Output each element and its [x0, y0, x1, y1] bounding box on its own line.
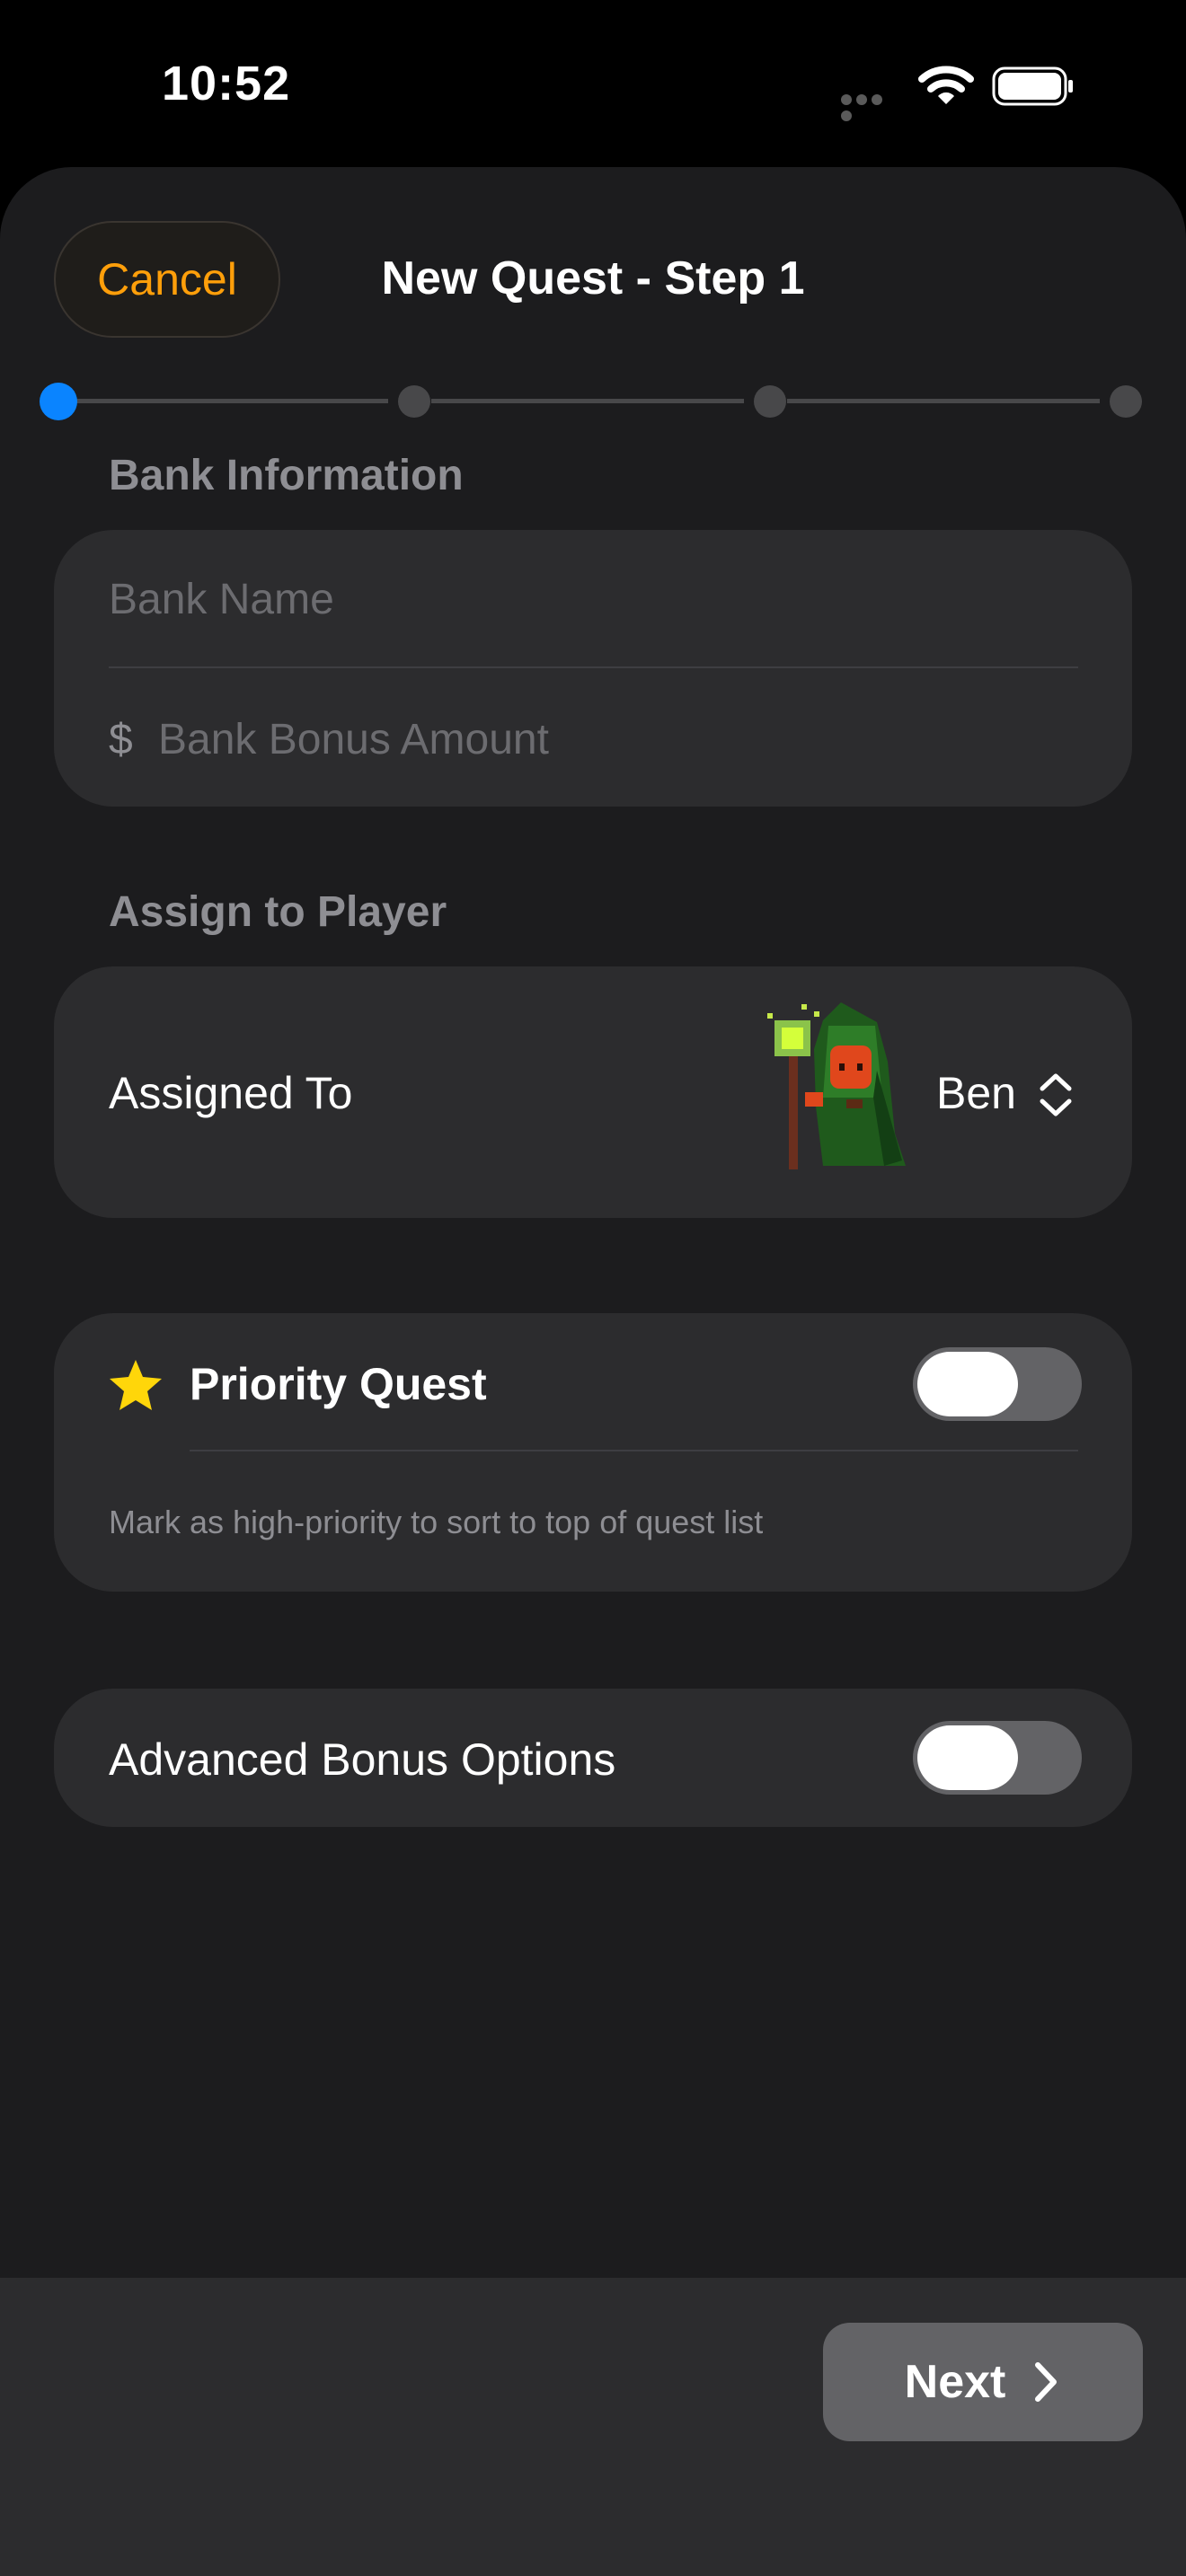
- next-button[interactable]: Next: [823, 2323, 1143, 2441]
- step-connector: [787, 399, 1100, 403]
- chevron-right-icon: [1035, 2362, 1058, 2402]
- bank-information-card: Bank Name $ Bank Bonus Amount: [54, 530, 1132, 807]
- page-title: New Quest - Step 1: [381, 252, 805, 304]
- new-quest-sheet: Cancel New Quest - Step 1 Bank Informati…: [0, 167, 1186, 2576]
- signal-dots-icon: [841, 93, 900, 121]
- advanced-bonus-toggle[interactable]: [913, 1721, 1082, 1795]
- step-connector: [75, 399, 388, 403]
- step-connector: [431, 399, 744, 403]
- toggle-knob: [917, 1725, 1018, 1790]
- assign-to-player-header: Assign to Player: [109, 888, 447, 936]
- bank-name-input[interactable]: Bank Name: [109, 575, 334, 624]
- step-indicator-1: [40, 383, 77, 420]
- bottom-toolbar: Next: [0, 2278, 1186, 2576]
- progress-stepper: [0, 379, 1186, 424]
- next-button-label: Next: [904, 2356, 1006, 2408]
- bank-information-header: Bank Information: [109, 452, 464, 499]
- advanced-bonus-label: Advanced Bonus Options: [109, 1734, 616, 1785]
- chevron-up-down-icon[interactable]: [1035, 1071, 1076, 1119]
- step-indicator-2: [398, 385, 430, 418]
- divider: [109, 666, 1078, 668]
- selected-player-value[interactable]: Ben: [936, 1067, 1016, 1119]
- priority-quest-card: Priority Quest Mark as high-priority to …: [54, 1313, 1132, 1592]
- assigned-to-label: Assigned To: [109, 1068, 353, 1118]
- toggle-knob: [917, 1352, 1018, 1416]
- divider: [190, 1450, 1078, 1451]
- status-time: 10:52: [162, 57, 291, 110]
- wizard-avatar-icon: [767, 1002, 906, 1169]
- step-indicator-3: [754, 385, 786, 418]
- assign-to-player-card: Assigned To Ben: [54, 966, 1132, 1218]
- advanced-bonus-card: Advanced Bonus Options: [54, 1689, 1132, 1827]
- wifi-icon: [918, 66, 974, 104]
- priority-quest-toggle[interactable]: [913, 1347, 1082, 1421]
- bonus-amount-input[interactable]: Bank Bonus Amount: [158, 715, 549, 764]
- star-icon: [110, 1360, 162, 1410]
- step-indicator-4: [1110, 385, 1142, 418]
- battery-icon: [992, 66, 1073, 106]
- priority-quest-footnote: Mark as high-priority to sort to top of …: [109, 1504, 764, 1540]
- currency-symbol: $: [109, 716, 133, 763]
- priority-quest-label: Priority Quest: [190, 1359, 487, 1409]
- status-bar: 10:52: [0, 0, 1186, 171]
